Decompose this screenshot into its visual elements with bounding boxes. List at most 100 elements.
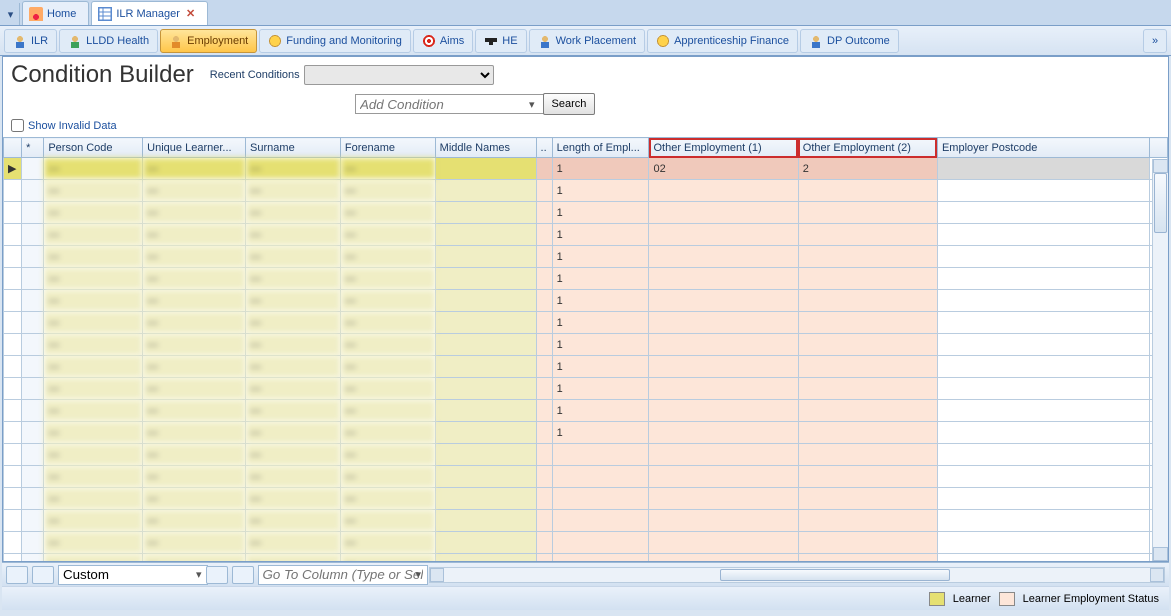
cell[interactable] xyxy=(4,202,22,224)
col-forename[interactable]: Forename xyxy=(340,138,435,158)
tab-home[interactable]: Home xyxy=(22,1,89,25)
cell[interactable] xyxy=(937,400,1149,422)
cell[interactable] xyxy=(552,466,649,488)
cell[interactable] xyxy=(4,466,22,488)
cell[interactable]: — xyxy=(340,224,435,246)
cell[interactable] xyxy=(536,290,552,312)
ribbon-apprenticeship[interactable]: Apprenticeship Finance xyxy=(647,29,798,53)
cell[interactable]: 1 xyxy=(552,202,649,224)
cell[interactable]: 1 xyxy=(552,378,649,400)
cell[interactable]: — xyxy=(143,554,246,562)
cell[interactable]: 1 xyxy=(552,158,649,180)
cell[interactable] xyxy=(937,268,1149,290)
cell[interactable]: — xyxy=(143,158,246,180)
scroll-up-button[interactable] xyxy=(1153,159,1168,173)
cell[interactable] xyxy=(22,246,44,268)
cell[interactable] xyxy=(435,510,536,532)
cell[interactable] xyxy=(4,334,22,356)
cell[interactable]: 1 xyxy=(552,290,649,312)
tab-dropdown-arrow[interactable]: ▾ xyxy=(2,3,20,25)
cell[interactable]: — xyxy=(246,246,341,268)
cell[interactable] xyxy=(22,158,44,180)
cell[interactable]: 1 xyxy=(552,246,649,268)
cell[interactable] xyxy=(937,356,1149,378)
ribbon-he[interactable]: HE xyxy=(475,29,526,53)
table-row[interactable]: ———— xyxy=(4,532,1168,554)
cell[interactable] xyxy=(4,356,22,378)
col-uln[interactable]: Unique Learner... xyxy=(143,138,246,158)
cell[interactable]: — xyxy=(44,532,143,554)
scroll-down-button[interactable] xyxy=(1153,547,1168,561)
cell[interactable] xyxy=(649,510,798,532)
cell[interactable]: — xyxy=(44,312,143,334)
cell[interactable]: — xyxy=(340,400,435,422)
scroll-thumb[interactable] xyxy=(1154,173,1167,233)
ribbon-expand-chevron[interactable]: » xyxy=(1143,29,1167,53)
cell[interactable] xyxy=(798,246,937,268)
cell[interactable] xyxy=(536,466,552,488)
cell[interactable]: ▶ xyxy=(4,158,22,180)
cell[interactable] xyxy=(435,312,536,334)
cell[interactable] xyxy=(536,180,552,202)
col-star[interactable]: * xyxy=(22,138,44,158)
cell[interactable] xyxy=(536,400,552,422)
table-row[interactable]: ————1 xyxy=(4,268,1168,290)
cell[interactable]: — xyxy=(143,312,246,334)
table-row[interactable]: ———— xyxy=(4,554,1168,562)
cell[interactable] xyxy=(937,422,1149,444)
cell[interactable] xyxy=(798,532,937,554)
col-surname[interactable]: Surname xyxy=(246,138,341,158)
ribbon-employment[interactable]: Employment xyxy=(160,29,257,53)
cell[interactable] xyxy=(798,268,937,290)
table-row[interactable]: ————1 xyxy=(4,356,1168,378)
cell[interactable] xyxy=(649,532,798,554)
cell[interactable] xyxy=(798,400,937,422)
cell[interactable] xyxy=(649,246,798,268)
cell[interactable]: — xyxy=(340,554,435,562)
cell[interactable] xyxy=(649,422,798,444)
cell[interactable] xyxy=(798,488,937,510)
cell[interactable] xyxy=(22,510,44,532)
cell[interactable] xyxy=(22,400,44,422)
cell[interactable] xyxy=(649,444,798,466)
cell[interactable] xyxy=(4,510,22,532)
cell[interactable]: — xyxy=(44,510,143,532)
cell[interactable] xyxy=(937,224,1149,246)
cell[interactable] xyxy=(552,554,649,562)
cell[interactable]: — xyxy=(44,224,143,246)
cell[interactable] xyxy=(649,202,798,224)
vertical-scrollbar[interactable] xyxy=(1152,159,1168,561)
footer-columns-button[interactable] xyxy=(232,566,254,584)
cell[interactable] xyxy=(937,466,1149,488)
cell[interactable] xyxy=(798,444,937,466)
show-invalid-input[interactable] xyxy=(11,119,24,132)
cell[interactable] xyxy=(798,510,937,532)
cell[interactable] xyxy=(435,400,536,422)
table-row[interactable]: ———— xyxy=(4,466,1168,488)
cell[interactable] xyxy=(649,466,798,488)
cell[interactable]: — xyxy=(44,290,143,312)
cell[interactable] xyxy=(536,554,552,562)
cell[interactable] xyxy=(937,158,1149,180)
cell[interactable]: — xyxy=(340,334,435,356)
cell[interactable] xyxy=(649,268,798,290)
cell[interactable]: — xyxy=(143,400,246,422)
cell[interactable]: — xyxy=(246,378,341,400)
cell[interactable] xyxy=(536,356,552,378)
table-row[interactable]: ————1 xyxy=(4,400,1168,422)
scroll-left-button[interactable] xyxy=(430,568,444,582)
table-row[interactable]: ————1 xyxy=(4,290,1168,312)
cell[interactable]: — xyxy=(340,510,435,532)
cell[interactable]: — xyxy=(143,422,246,444)
cell[interactable] xyxy=(4,378,22,400)
cell[interactable] xyxy=(4,444,22,466)
cell[interactable] xyxy=(937,510,1149,532)
ribbon-ilr[interactable]: ILR xyxy=(4,29,57,53)
cell[interactable]: 1 xyxy=(552,224,649,246)
cell[interactable] xyxy=(798,378,937,400)
cell[interactable] xyxy=(22,532,44,554)
cell[interactable] xyxy=(536,532,552,554)
cell[interactable] xyxy=(536,378,552,400)
col-middle[interactable]: Middle Names xyxy=(435,138,536,158)
cell[interactable]: — xyxy=(246,356,341,378)
